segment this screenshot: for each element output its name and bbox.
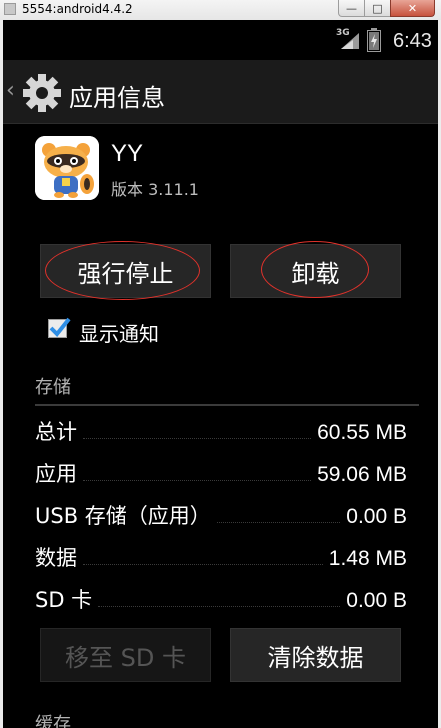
row-dots [83, 546, 323, 565]
row-dots [216, 504, 341, 523]
status-bar: 3G 6:43 [3, 20, 438, 60]
storage-row-data: 数据 1.48 MB [35, 542, 407, 576]
app-info-content: YY 版本 3.11.1 强行停止 卸载 显示通知 存储 总计 60.55 MB… [3, 124, 438, 728]
storage-row-usb: USB 存储（应用） 0.00 B [35, 500, 407, 534]
android-screen: 3G 6:43 ‹ 应用信息 YY 版本 3.11.1 强行停止 卸载 显示通知… [3, 20, 438, 728]
clear-data-button[interactable]: 清除数据 [230, 628, 401, 682]
emulator-titlebar: 5554:android4.4.2 — □ ✕ [0, 0, 441, 21]
move-to-sd-button[interactable]: 移至 SD 卡 [40, 628, 211, 682]
row-value: 0.00 B [346, 505, 407, 528]
cache-section-header: 缓存 [35, 714, 71, 728]
row-label: 应用 [35, 462, 77, 486]
storage-row-sd: SD 卡 0.00 B [35, 584, 407, 618]
back-caret-icon[interactable]: ‹ [6, 78, 15, 103]
maximize-button[interactable]: □ [364, 0, 391, 17]
section-divider [35, 404, 419, 406]
storage-section-header: 存储 [35, 377, 71, 398]
status-time: 6:43 [393, 30, 432, 52]
row-dots [83, 420, 312, 439]
emulator-title: 5554:android4.4.2 [22, 2, 133, 16]
gear-icon[interactable] [21, 72, 63, 114]
signal-icon [341, 33, 359, 49]
row-label: USB 存储（应用） [35, 504, 211, 528]
battery-charging-icon [367, 28, 381, 52]
show-notifications-label: 显示通知 [79, 322, 159, 346]
page-title: 应用信息 [69, 84, 165, 112]
force-stop-button[interactable]: 强行停止 [40, 244, 211, 298]
storage-row-total: 总计 60.55 MB [35, 416, 407, 450]
action-bar: ‹ 应用信息 [3, 60, 438, 124]
minimize-button[interactable]: — [338, 0, 365, 17]
row-label: 数据 [35, 546, 77, 570]
checkmark-icon [49, 317, 71, 337]
close-button[interactable]: ✕ [390, 0, 435, 17]
storage-row-app: 应用 59.06 MB [35, 458, 407, 492]
raccoon-app-icon [35, 136, 99, 200]
row-value: 59.06 MB [317, 463, 407, 486]
row-dots [98, 588, 341, 607]
show-notifications-checkbox[interactable] [48, 317, 71, 338]
app-name: YY [111, 140, 144, 167]
row-value: 1.48 MB [328, 547, 407, 570]
app-version: 版本 3.11.1 [111, 180, 199, 199]
emulator-app-icon [4, 3, 16, 15]
row-dots [83, 462, 312, 481]
row-label: SD 卡 [35, 588, 93, 612]
uninstall-button[interactable]: 卸载 [230, 244, 401, 298]
row-label: 总计 [35, 420, 77, 444]
row-value: 60.55 MB [317, 421, 407, 444]
row-value: 0.00 B [346, 589, 407, 612]
